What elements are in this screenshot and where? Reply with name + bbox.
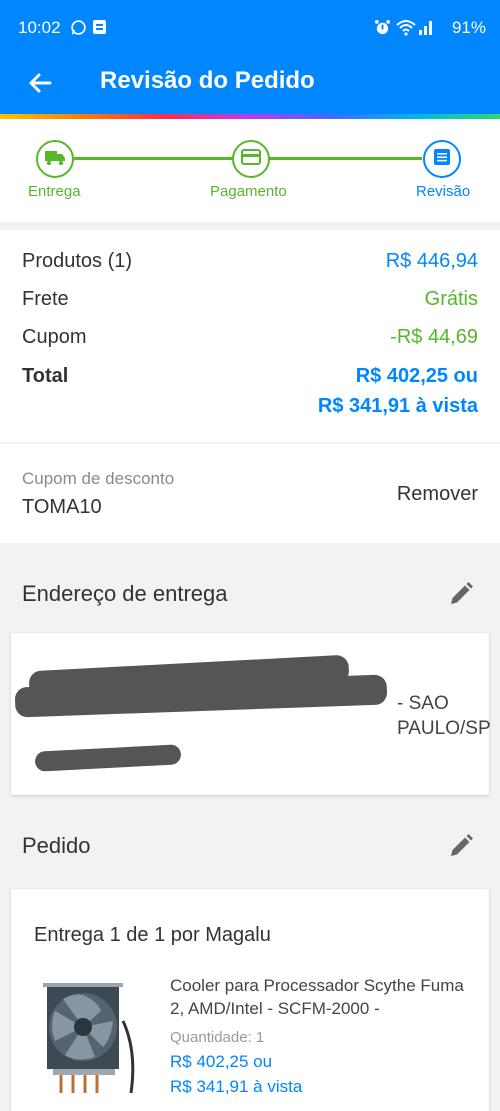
coupon-label: Cupom: [22, 326, 87, 348]
redacted-address-mark: [34, 744, 182, 772]
coupon-value: -R$ 44,69: [390, 326, 478, 348]
status-bar: 10:02 91%: [0, 0, 500, 60]
battery-level: 91%: [451, 18, 486, 37]
quantity-label: Quantidade:: [170, 1029, 252, 1046]
step-entrega-circle[interactable]: [36, 140, 74, 178]
stepper-line: [269, 157, 422, 160]
total-value-cash: R$ 341,91 à vista: [317, 395, 478, 417]
coupon-section: Cupom de desconto TOMA10 Remover: [0, 444, 500, 543]
total-label: Total: [22, 365, 69, 387]
address-card[interactable]: - SAO PAULO/SP: [11, 633, 491, 795]
order-section-title: Pedido: [22, 833, 91, 858]
coupon-code: TOMA10: [22, 496, 102, 518]
signal-icon: [418, 19, 432, 40]
step-revisao-label: Revisão: [416, 183, 471, 200]
product-quantity: Quantidade: 1: [170, 1029, 264, 1046]
order-summary: Produtos (1) R$ 446,94 Frete Grátis Cupo…: [0, 230, 500, 442]
edit-address-pencil-icon[interactable]: [446, 579, 476, 609]
step-entrega-label: Entrega: [28, 183, 81, 200]
delivery-title: Entrega 1 de 1 por Magalu: [34, 924, 271, 946]
card-icon: [241, 148, 261, 170]
address-section-title: Endereço de entrega: [22, 581, 228, 606]
coupon-field-label: Cupom de desconto: [22, 469, 175, 488]
remove-coupon-button[interactable]: Remover: [397, 483, 478, 506]
products-label: Produtos (1): [22, 250, 133, 272]
step-pagamento-label: Pagamento: [210, 183, 287, 200]
product-price-cash: R$ 341,91 à vista: [170, 1077, 303, 1096]
checkout-stepper: Entrega Pagamento Revisão: [0, 119, 500, 222]
list-icon: [433, 148, 451, 171]
product-price: R$ 402,25 ou: [170, 1052, 273, 1071]
quantity-value: 1: [255, 1029, 265, 1046]
total-value: R$ 402,25 ou: [355, 365, 478, 387]
order-card: Entrega 1 de 1 por Magalu Cooler para Pr…: [11, 889, 489, 1111]
step-revisao-circle[interactable]: [423, 140, 461, 178]
product-name[interactable]: Cooler para Processador Scythe Fuma 2, A…: [170, 974, 470, 1020]
stepper-line: [74, 157, 233, 160]
edit-order-pencil-icon[interactable]: [446, 831, 476, 861]
truck-icon: [44, 148, 66, 171]
status-time: 10:02: [18, 18, 61, 37]
shipping-label: Frete: [22, 288, 69, 310]
app-notification-icon: [92, 19, 107, 40]
shipping-value: Grátis: [424, 288, 478, 310]
product-image[interactable]: [33, 981, 139, 1098]
whatsapp-icon: [70, 19, 87, 40]
back-arrow-icon[interactable]: [24, 66, 58, 100]
wifi-icon: [396, 19, 416, 40]
alarm-icon: [374, 19, 391, 40]
app-bar: Revisão do Pedido: [0, 60, 500, 114]
page-title: Revisão do Pedido: [100, 67, 315, 94]
products-value: R$ 446,94: [385, 250, 478, 272]
step-pagamento-circle[interactable]: [232, 140, 270, 178]
